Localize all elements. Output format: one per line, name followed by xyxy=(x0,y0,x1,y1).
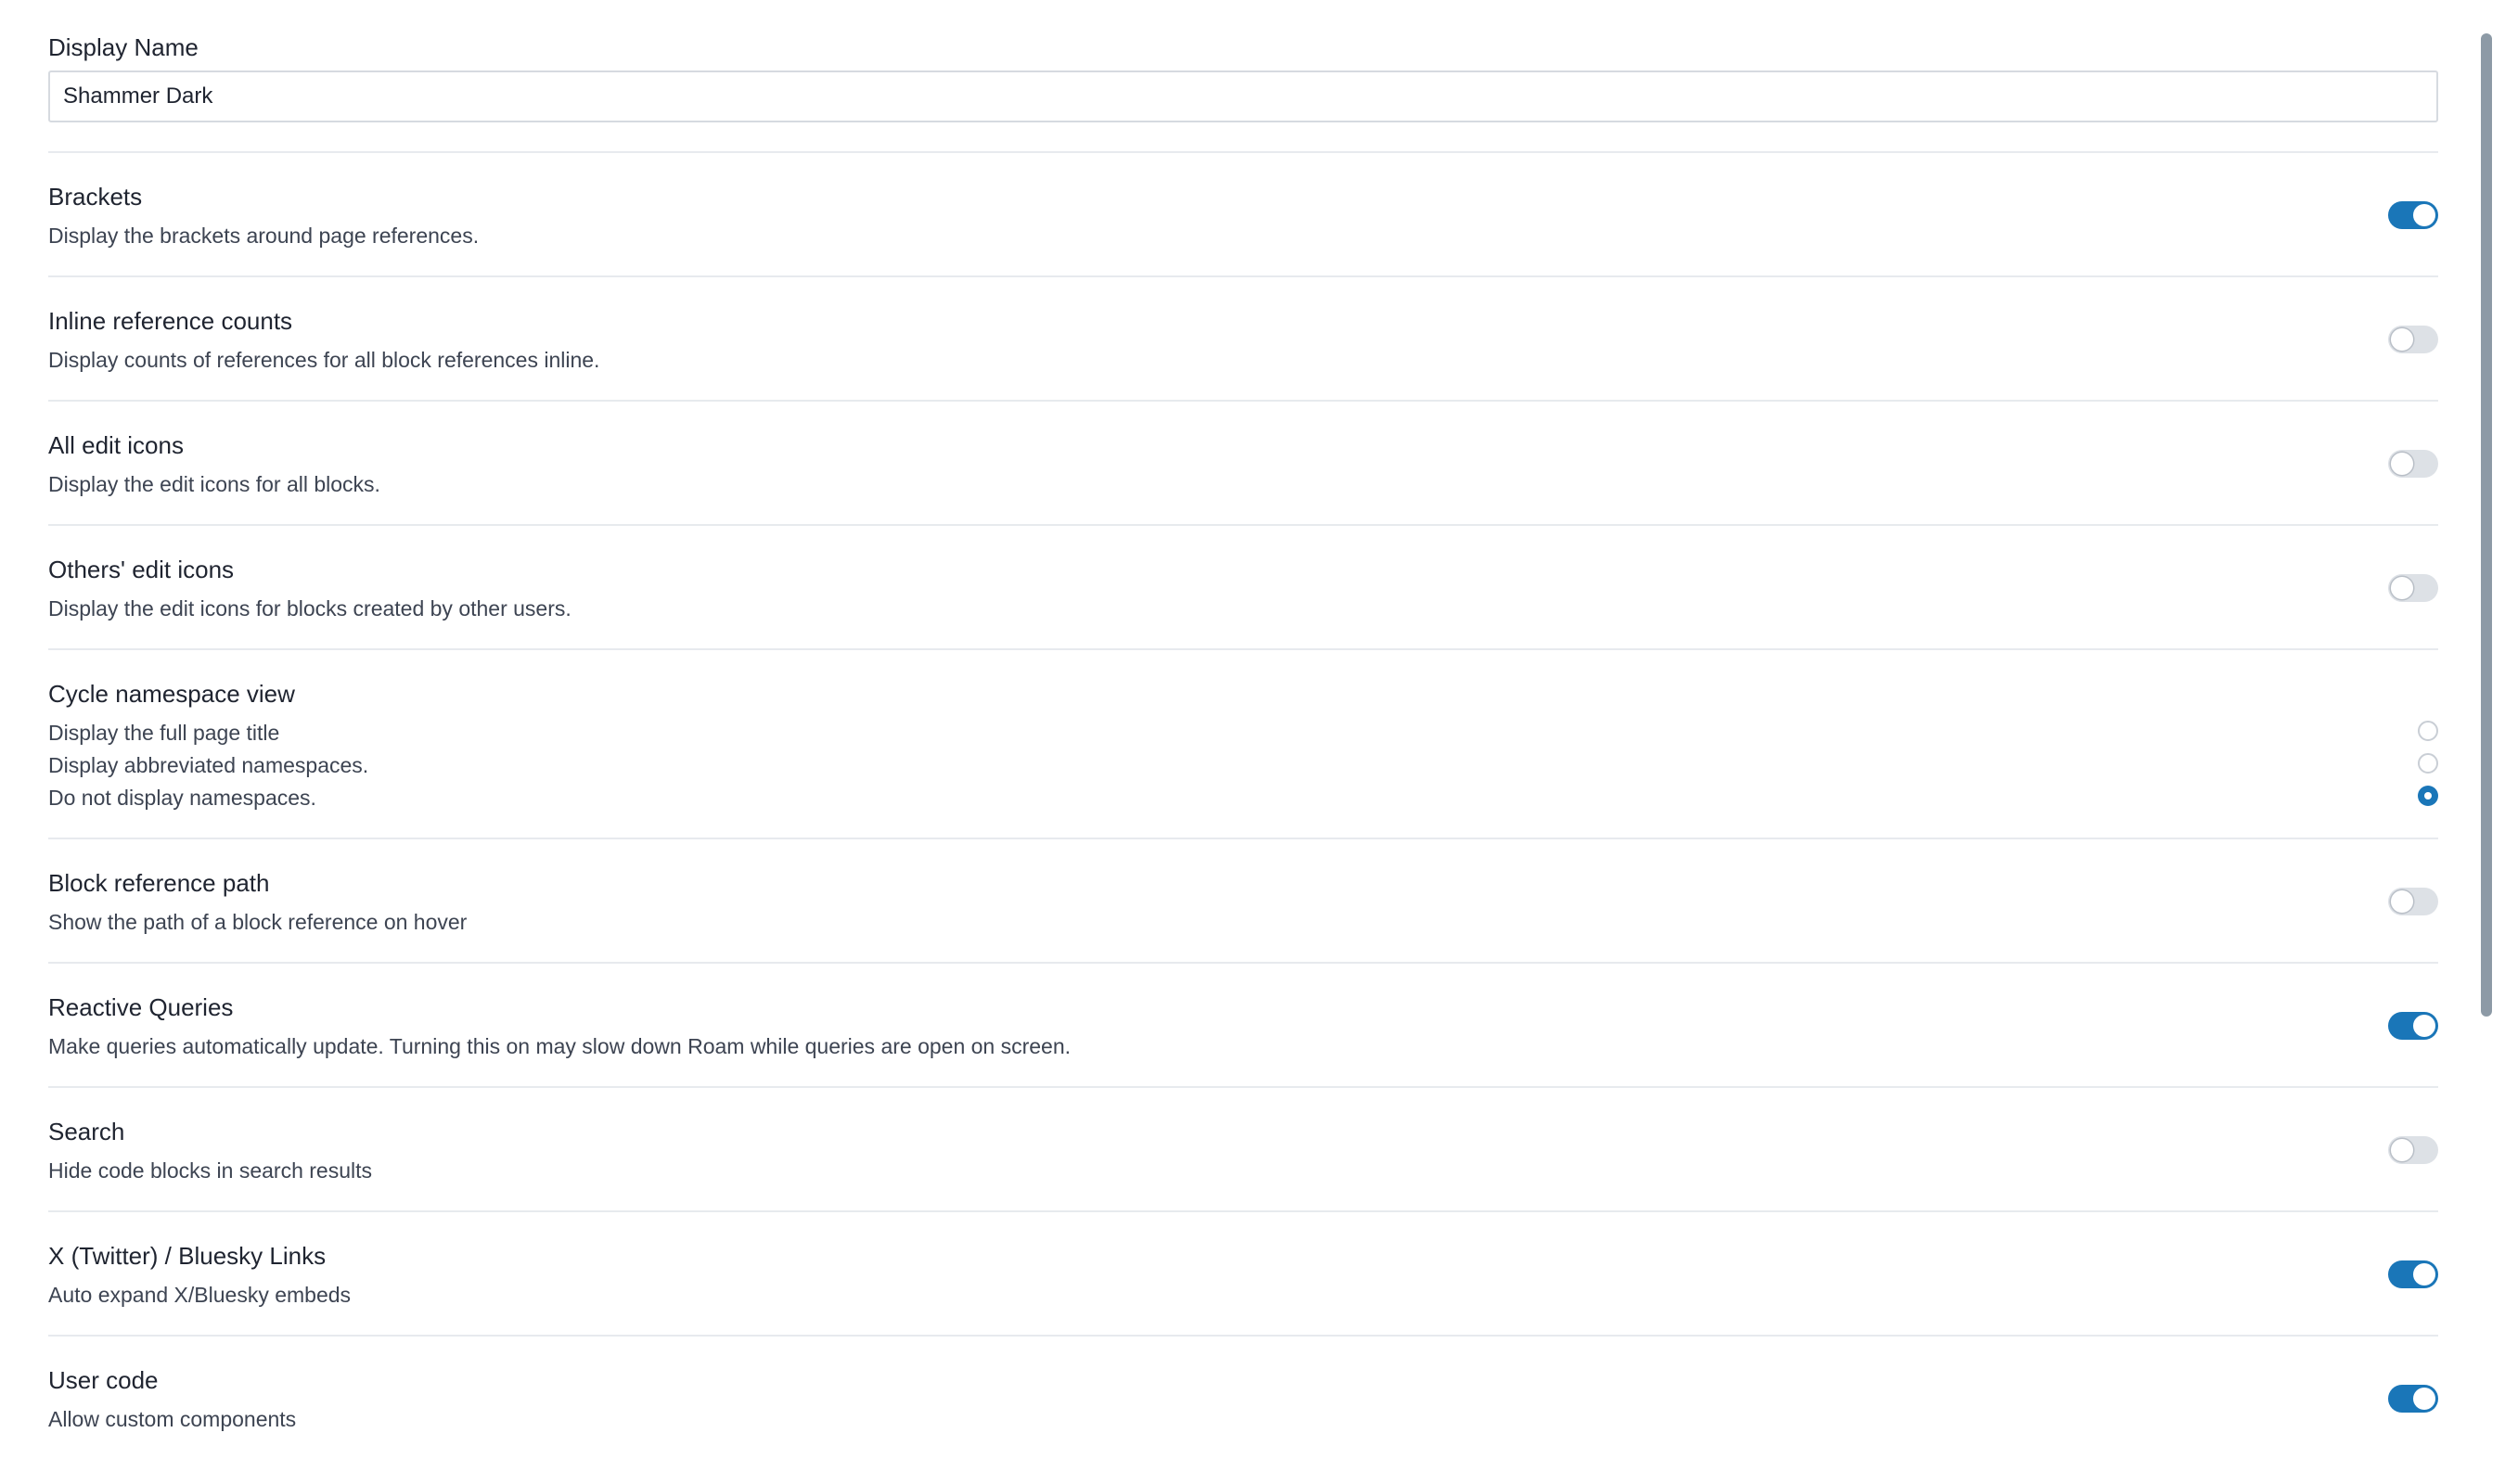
setting-cycle-namespace-view: Cycle namespace view Display the full pa… xyxy=(48,650,2438,839)
toggle-knob xyxy=(2391,577,2413,599)
namespace-abbreviated-radio[interactable] xyxy=(2418,753,2438,774)
display-name-section: Display Name xyxy=(48,0,2438,153)
display-name-label: Display Name xyxy=(48,33,199,61)
setting-title: Block reference path xyxy=(48,869,270,897)
toggle-knob xyxy=(2413,1015,2435,1037)
twitter-bluesky-links-toggle[interactable] xyxy=(2388,1260,2438,1288)
setting-search: Search Hide code blocks in search result… xyxy=(48,1088,2438,1212)
setting-description: Auto expand X/Bluesky embeds xyxy=(48,1283,352,1307)
setting-title: Others' edit icons xyxy=(48,556,235,583)
setting-twitter-bluesky-links: X (Twitter) / Bluesky Links Auto expand … xyxy=(48,1212,2438,1337)
setting-brackets: Brackets Display the brackets around pag… xyxy=(48,153,2438,277)
search-toggle[interactable] xyxy=(2388,1136,2438,1164)
brackets-toggle[interactable] xyxy=(2388,201,2438,229)
setting-title: X (Twitter) / Bluesky Links xyxy=(48,1242,327,1270)
scrollbar-thumb[interactable] xyxy=(2481,33,2492,1017)
setting-title: Brackets xyxy=(48,183,143,211)
setting-block-reference-path: Block reference path Show the path of a … xyxy=(48,839,2438,964)
setting-title: Inline reference counts xyxy=(48,307,293,335)
setting-description: Allow custom components xyxy=(48,1407,297,1431)
namespace-option-abbreviated: Display abbreviated namespaces. xyxy=(48,751,2438,784)
setting-description: Show the path of a block reference on ho… xyxy=(48,910,468,934)
setting-title: Search xyxy=(48,1118,125,1145)
setting-title: User code xyxy=(48,1366,159,1394)
setting-title: Reactive Queries xyxy=(48,993,234,1021)
setting-all-edit-icons: All edit icons Display the edit icons fo… xyxy=(48,402,2438,526)
setting-others-edit-icons: Others' edit icons Display the edit icon… xyxy=(48,526,2438,650)
namespace-option-label: Display the full page title xyxy=(48,721,280,745)
setting-description: Hide code blocks in search results xyxy=(48,1158,372,1183)
namespace-option-label: Display abbreviated namespaces. xyxy=(48,753,369,777)
user-code-toggle[interactable] xyxy=(2388,1385,2438,1413)
namespace-hidden-radio[interactable] xyxy=(2418,786,2438,806)
toggle-knob xyxy=(2391,890,2413,913)
setting-inline-reference-counts: Inline reference counts Display counts o… xyxy=(48,277,2438,402)
settings-content: Display Name Brackets Display the bracke… xyxy=(48,0,2438,1461)
toggle-knob xyxy=(2413,1388,2435,1410)
toggle-knob xyxy=(2391,453,2413,475)
toggle-knob xyxy=(2413,1263,2435,1286)
setting-title: All edit icons xyxy=(48,431,184,459)
namespace-option-label: Do not display namespaces. xyxy=(48,786,316,810)
inline-reference-counts-toggle[interactable] xyxy=(2388,326,2438,353)
setting-description: Display the brackets around page referen… xyxy=(48,224,480,248)
namespace-option-hidden: Do not display namespaces. xyxy=(48,784,2438,816)
others-edit-icons-toggle[interactable] xyxy=(2388,574,2438,602)
reactive-queries-toggle[interactable] xyxy=(2388,1012,2438,1040)
setting-description: Display counts of references for all blo… xyxy=(48,348,600,372)
setting-user-code: User code Allow custom components xyxy=(48,1337,2438,1461)
settings-page: Display Name Brackets Display the bracke… xyxy=(0,0,2505,1484)
namespace-options: Display the full page title Display abbr… xyxy=(48,719,2438,816)
setting-description: Display the edit icons for blocks create… xyxy=(48,596,572,620)
setting-description: Display the edit icons for all blocks. xyxy=(48,472,380,496)
namespace-option-full-title: Display the full page title xyxy=(48,719,2438,751)
display-name-input[interactable] xyxy=(48,70,2438,122)
setting-title: Cycle namespace view xyxy=(48,680,295,708)
namespace-full-title-radio[interactable] xyxy=(2418,721,2438,741)
all-edit-icons-toggle[interactable] xyxy=(2388,450,2438,478)
toggle-knob xyxy=(2413,204,2435,226)
toggle-knob xyxy=(2391,328,2413,351)
vertical-scrollbar[interactable] xyxy=(2468,0,2505,1484)
toggle-knob xyxy=(2391,1139,2413,1161)
setting-description: Make queries automatically update. Turni… xyxy=(48,1034,1072,1058)
setting-reactive-queries: Reactive Queries Make queries automatica… xyxy=(48,964,2438,1088)
block-reference-path-toggle[interactable] xyxy=(2388,888,2438,915)
